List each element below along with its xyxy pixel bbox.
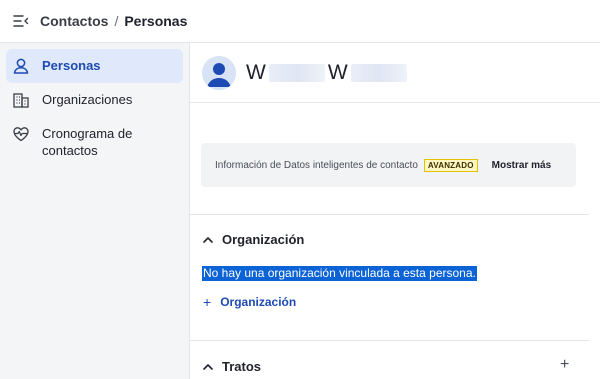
deals-section-toggle[interactable]: Tratos <box>202 359 261 374</box>
main-panel: W W Información de Datos inteligentes de… <box>189 43 600 379</box>
person-details: Información de Datos inteligentes de con… <box>190 103 600 379</box>
page-title: Personas <box>124 13 188 29</box>
deals-section-title: Tratos <box>222 359 262 374</box>
redacted-text <box>268 63 325 82</box>
sidebar-item-cronograma[interactable]: Cronograma de contactos <box>6 117 183 167</box>
plus-icon: + <box>203 294 212 310</box>
add-organization-button[interactable]: + Organización <box>203 294 296 310</box>
heart-pulse-icon <box>12 125 30 143</box>
sidebar: Personas Organizaciones Cronograma de co… <box>0 43 189 379</box>
breadcrumb: Contactos / Personas <box>40 13 187 29</box>
person-name: W W <box>246 61 410 85</box>
redacted-text <box>350 63 407 82</box>
add-organization-label: Organización <box>220 295 297 309</box>
person-name-first-initial: W <box>246 60 266 84</box>
scrollbar-thumb[interactable] <box>592 105 598 165</box>
smart-data-text: Información de Datos inteligentes de con… <box>215 159 418 171</box>
avatar[interactable] <box>202 55 236 90</box>
person-header: W W <box>190 43 600 103</box>
sidebar-item-organizaciones[interactable]: Organizaciones <box>6 83 183 117</box>
section-divider <box>190 214 589 215</box>
organization-section-title: Organización <box>222 232 305 247</box>
sidebar-item-label: Organizaciones <box>42 92 133 107</box>
sidebar-item-label: Personas <box>42 58 101 73</box>
breadcrumb-contactos[interactable]: Contactos <box>40 13 108 29</box>
smart-data-banner: Información de Datos inteligentes de con… <box>201 143 576 187</box>
sidebar-item-label: Cronograma de contactos <box>42 126 133 158</box>
organization-section-toggle[interactable]: Organización <box>202 232 304 247</box>
chevron-up-icon <box>203 236 213 243</box>
no-organization-message: No hay una organización vinculada a esta… <box>202 266 477 281</box>
sidebar-item-personas[interactable]: Personas <box>6 49 183 83</box>
advanced-badge: AVANZADO <box>423 158 478 172</box>
chevron-up-icon <box>203 363 213 370</box>
person-name-second-initial: W <box>327 60 348 84</box>
add-deal-plus-icon[interactable]: + <box>560 356 569 374</box>
section-divider <box>190 340 589 341</box>
person-icon <box>12 57 30 75</box>
building-icon <box>12 91 30 109</box>
collapse-sidebar-icon[interactable] <box>12 14 30 28</box>
breadcrumb-separator: / <box>114 13 119 29</box>
top-bar: Contactos / Personas <box>0 0 600 43</box>
scrollbar[interactable] <box>589 103 600 379</box>
show-more-link[interactable]: Mostrar más <box>492 160 551 171</box>
